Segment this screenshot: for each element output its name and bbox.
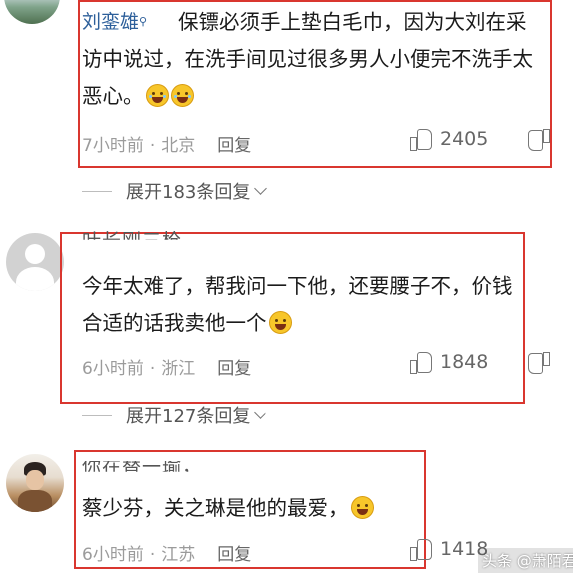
avatar[interactable] xyxy=(6,233,64,291)
reply-button[interactable]: 回复 xyxy=(217,545,251,565)
chevron-down-icon xyxy=(254,181,268,195)
comment-meta: 7小时前 · 北京 回复 xyxy=(82,136,252,156)
chevron-down-icon xyxy=(254,405,266,419)
like-count: 1848 xyxy=(440,351,489,373)
thumbs-up-icon xyxy=(410,351,432,374)
reply-button[interactable]: 回复 xyxy=(217,359,251,379)
comment-location: 浙江 xyxy=(161,359,196,379)
avatar[interactable] xyxy=(4,0,60,24)
laugh-emoji-icon xyxy=(350,496,374,519)
thumbs-up-icon xyxy=(410,538,432,561)
comment-time: 6小时前 xyxy=(82,545,144,565)
reply-button[interactable]: 回复 xyxy=(217,136,251,156)
comment-location: 江苏 xyxy=(161,545,196,565)
comment-text: 保镖必须手上垫白毛巾，因为大刘在采访中说过，在洗手间见过很多男人小便完不洗手太恶… xyxy=(82,10,533,108)
expand-replies-label: 展开127条回复 xyxy=(126,406,251,427)
comment-location: 北京 xyxy=(161,136,196,156)
comment-text: 今年太难了，帮我问一下他，还要腰子不，价钱合适的话我卖他一个 xyxy=(82,274,513,335)
thumbs-up-icon xyxy=(410,128,432,151)
comment-meta: 6小时前 · 江苏 回复 xyxy=(82,545,252,565)
expand-replies-button[interactable]: 展开183条回复 xyxy=(82,178,268,204)
divider xyxy=(82,414,112,416)
comment-time: 7小时前 xyxy=(82,136,144,156)
grin-sweat-emoji-icon xyxy=(145,84,169,107)
expand-replies-button[interactable]: 展开127条回复 xyxy=(82,402,266,427)
divider xyxy=(82,190,112,192)
like-button[interactable]: 1418 xyxy=(410,538,488,561)
comment-meta: 6小时前 · 浙江 回复 xyxy=(82,359,252,379)
like-count: 2405 xyxy=(440,128,489,150)
comment-text: 蔡少芬，关之琳是他的最爱， xyxy=(82,490,412,527)
rofl-emoji-icon xyxy=(268,311,292,334)
grin-sweat-emoji-icon xyxy=(170,84,194,107)
comment-time: 6小时前 xyxy=(82,359,144,379)
thumbs-down-icon[interactable] xyxy=(528,353,550,375)
avatar[interactable] xyxy=(6,454,64,512)
like-button[interactable]: 1848 xyxy=(410,351,489,374)
like-button[interactable]: 2405 xyxy=(410,128,489,151)
watermark: 头条 @萧陌君 xyxy=(478,548,573,573)
thumbs-down-icon[interactable] xyxy=(528,130,550,152)
expand-replies-label: 展开183条回复 xyxy=(126,182,251,203)
